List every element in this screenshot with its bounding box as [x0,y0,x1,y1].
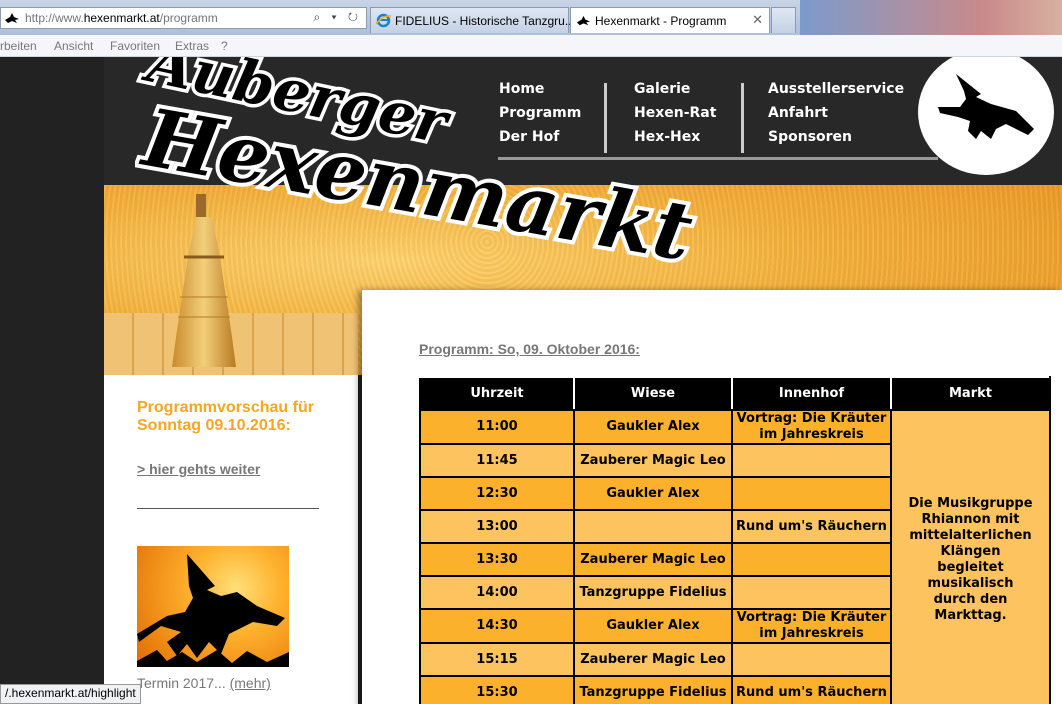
time-cell: 14:30 [419,608,575,644]
new-tab-button[interactable] [771,7,796,33]
menu-item-extras[interactable]: Extras [175,39,209,53]
innenhof-cell: Vortrag: Die Kräuter im Jahreskreis [731,409,892,445]
table-row: 11:00 Gaukler Alex Vortrag: Die Kräuter … [419,409,1051,704]
witch-favicon-icon [576,15,591,26]
innenhof-cell [731,642,892,677]
wiese-cell [573,509,733,544]
wiese-cell: Tanzgruppe Fidelius [573,675,733,704]
address-bar[interactable]: http://www.hexenmarkt.at/programm ⌕ ▾ ↻ [0,7,367,29]
wiese-cell: Gaukler Alex [573,409,733,445]
innenhof-cell: Rund um's Räuchern [731,509,892,544]
menu-item-bearbeiten[interactable]: rbeiten [0,39,37,53]
termin-more-link[interactable]: (mehr) [230,675,271,691]
menu-item-favoriten[interactable]: Favoriten [110,39,160,53]
wiese-cell: Gaukler Alex [573,608,733,644]
ie-icon [376,13,391,28]
column-header: Wiese [573,376,733,411]
tab-hexenmarkt[interactable]: Hexenmarkt - Programm ✕ [570,7,770,33]
innenhof-cell [731,542,892,577]
tab-label: FIDELIUS - Historische Tanzgru... [395,14,575,28]
tab-fidelius[interactable]: FIDELIUS - Historische Tanzgru... [370,7,575,33]
wiese-cell: Zauberer Magic Leo [573,443,733,478]
witch-silhouette-icon [137,554,289,667]
wiese-cell: Zauberer Magic Leo [573,542,733,577]
termin-label: Termin 2017... [137,675,226,691]
column-header: Innenhof [731,376,892,411]
menu-item-help[interactable]: ? [221,39,228,53]
time-cell: 11:45 [419,443,575,478]
time-cell: 13:00 [419,509,575,544]
table-header-row: Uhrzeit Wiese Innenhof Markt [419,376,1051,411]
close-tab-icon[interactable]: ✕ [752,12,763,28]
tab-label: Hexenmarkt - Programm [595,14,727,28]
innenhof-cell: Rund um's Räuchern [731,675,892,704]
window-background [800,0,1062,35]
time-cell: 11:00 [419,409,575,445]
column-header: Uhrzeit [419,376,575,411]
innenhof-cell: Vortrag: Die Kräuter im Jahreskreis [731,608,892,644]
program-table: Uhrzeit Wiese Innenhof Markt 11:00 Gaukl… [419,376,1051,704]
address-text: http://www.hexenmarkt.at/programm [25,11,218,25]
time-cell: 15:15 [419,642,575,677]
time-cell: 12:30 [419,476,575,511]
innenhof-cell [731,575,892,610]
innenhof-cell [731,443,892,478]
witch-favicon-icon [5,13,19,23]
status-bar-url: /.hexenmarkt.at/highlight [0,684,141,704]
column-header: Markt [890,376,1051,411]
innenhof-cell [731,476,892,511]
address-prefix: http://www. [25,11,84,25]
address-domain: hexenmarkt.at [83,11,160,25]
wiese-cell: Tanzgruppe Fidelius [573,575,733,610]
wiese-cell: Zauberer Magic Leo [573,642,733,677]
markt-cell: Die Musikgruppe Rhiannon mit mittelalter… [890,409,1051,704]
address-suffix: /programm [159,11,218,25]
browser-toolbar: http://www.hexenmarkt.at/programm ⌕ ▾ ↻ … [0,0,1062,35]
search-refresh-icons[interactable]: ⌕ ▾ ↻ [313,10,362,25]
witch-image[interactable] [137,546,289,667]
sidebar-divider [137,508,319,509]
termin-text: Termin 2017... (mehr) [137,675,271,691]
menu-bar: rbeiten Ansicht Favoriten Extras ? [0,35,1062,57]
time-cell: 14:00 [419,575,575,610]
time-cell: 15:30 [419,675,575,704]
menu-item-ansicht[interactable]: Ansicht [54,39,93,53]
wiese-cell: Gaukler Alex [573,476,733,511]
sidebar-link[interactable]: > hier gehts weiter [137,461,260,477]
time-cell: 13:30 [419,542,575,577]
sidebar-title: Programmvorschau für Sonntag 09.10.2016: [137,399,314,434]
program-heading: Programm: So, 09. Oktober 2016: [419,341,640,357]
